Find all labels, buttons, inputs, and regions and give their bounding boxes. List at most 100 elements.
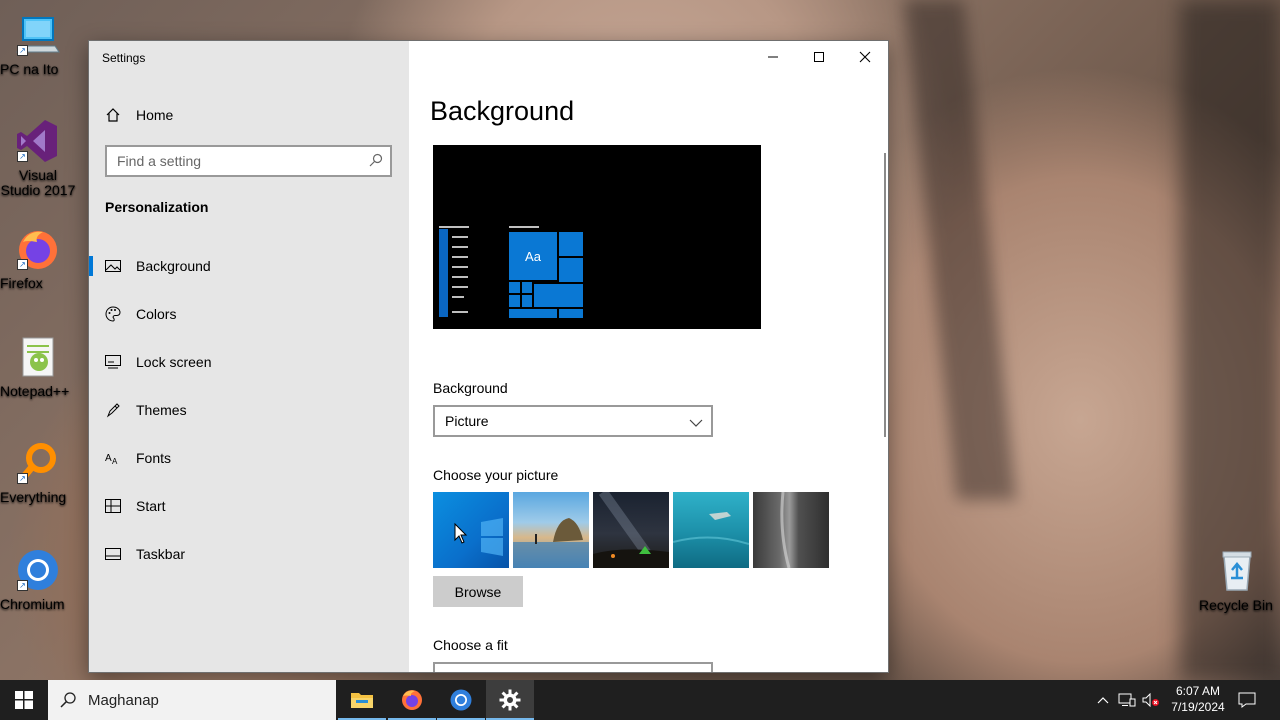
- content-scrollbar[interactable]: [884, 153, 886, 437]
- desktop-icon-firefox[interactable]: ↗ Firefox: [0, 226, 76, 291]
- sidebar-item-themes[interactable]: Themes: [89, 386, 409, 434]
- sidebar-nav: Background Colors Lock screen Themes A A…: [89, 242, 409, 578]
- action-center-button[interactable]: [1236, 680, 1258, 720]
- desktop-icon-this-pc[interactable]: ↗ PC na Ito: [0, 12, 76, 77]
- taskbar: 6:07 AM 7/19/2024: [0, 680, 1280, 720]
- notifications-icon: [1238, 692, 1256, 708]
- choose-fit-label: Choose a fit: [433, 637, 508, 653]
- desktop-icon-label: Recycle Bin: [1199, 597, 1273, 613]
- chevron-down-icon: [689, 415, 703, 431]
- taskbar-search-box: [48, 680, 336, 720]
- settings-sidebar: Settings Home Personalization Background: [89, 41, 409, 672]
- sidebar-item-start[interactable]: Start: [89, 482, 409, 530]
- chromium-icon: [450, 689, 472, 711]
- background-preview: Aa: [433, 145, 761, 329]
- desktop-icon-visual-studio[interactable]: ↗ Visual Studio 2017: [0, 118, 76, 198]
- taskbar-clock[interactable]: 6:07 AM 7/19/2024: [1160, 683, 1236, 715]
- computer-icon: ↗: [15, 12, 61, 58]
- background-dropdown[interactable]: Picture: [433, 405, 713, 437]
- volume-tray-button[interactable]: [1140, 680, 1162, 720]
- desktop-icon-label: Chromium: [0, 596, 65, 612]
- start-icon: [105, 498, 121, 514]
- sidebar-item-taskbar[interactable]: Taskbar: [89, 530, 409, 578]
- settings-gear-icon: [499, 689, 521, 711]
- desktop-icon-label: Notepad++: [0, 383, 70, 399]
- show-hidden-icons-button[interactable]: [1092, 680, 1114, 720]
- sidebar-item-label: Fonts: [136, 450, 172, 466]
- maximize-button[interactable]: [796, 41, 842, 73]
- windows-logo-icon: [15, 691, 33, 709]
- close-button[interactable]: [842, 41, 888, 73]
- taskbar-app-settings[interactable]: [486, 680, 534, 720]
- background-dropdown-value: Picture: [445, 413, 489, 429]
- taskbar-app-firefox[interactable]: [388, 680, 436, 720]
- everything-search-icon: ↗: [15, 440, 61, 486]
- sidebar-item-colors[interactable]: Colors: [89, 290, 409, 338]
- file-explorer-icon: [351, 693, 373, 708]
- lock-screen-icon: [105, 354, 121, 370]
- picture-thumbnails: [433, 492, 829, 568]
- network-tray-button[interactable]: [1116, 680, 1138, 720]
- fonts-icon: AA: [105, 450, 121, 466]
- sidebar-item-label: Colors: [136, 306, 177, 322]
- taskbar-app-chromium[interactable]: [437, 680, 485, 720]
- minimize-button[interactable]: [750, 41, 796, 73]
- palette-icon: [105, 306, 121, 322]
- svg-text:A: A: [112, 457, 118, 465]
- firefox-icon: ↗: [15, 226, 61, 272]
- clock-date: 7/19/2024: [1171, 700, 1225, 714]
- preview-start-list: [439, 226, 469, 317]
- choose-fit-dropdown[interactable]: [433, 662, 713, 672]
- sidebar-item-background[interactable]: Background: [89, 242, 409, 290]
- sidebar-item-label: Taskbar: [136, 546, 186, 562]
- minimize-icon: [768, 56, 778, 58]
- settings-window: Settings Home Personalization Background: [88, 40, 889, 673]
- desktop-icon-recycle-bin[interactable]: Recycle Bin: [1199, 548, 1275, 613]
- start-button[interactable]: [0, 680, 48, 720]
- sidebar-item-label: Lock screen: [136, 354, 212, 370]
- visual-studio-icon: ↗: [15, 118, 61, 164]
- window-title: Settings: [102, 51, 146, 65]
- preview-tiles: [509, 226, 583, 318]
- choose-picture-label: Choose your picture: [433, 467, 559, 483]
- maximize-icon: [814, 52, 824, 62]
- taskbar-icon: [105, 546, 121, 562]
- desktop-icon-chromium[interactable]: ↗ Chromium: [0, 547, 76, 612]
- search-icon[interactable]: [369, 153, 383, 172]
- firefox-icon: [402, 690, 422, 710]
- sidebar-item-lock-screen[interactable]: Lock screen: [89, 338, 409, 386]
- sidebar-item-label: Background: [136, 258, 211, 274]
- find-setting-input[interactable]: [107, 147, 347, 175]
- sidebar-home[interactable]: Home: [105, 103, 173, 127]
- background-label: Background: [433, 380, 508, 396]
- picture-thumb-rock-cliff[interactable]: [753, 492, 829, 568]
- desktop-icon-notepadpp[interactable]: Notepad++: [0, 334, 76, 399]
- notepadpp-icon: [15, 334, 61, 380]
- network-icon: [1118, 693, 1136, 707]
- picture-thumb-underwater[interactable]: [673, 492, 749, 568]
- volume-muted-icon: [1142, 693, 1159, 707]
- sidebar-section-title: Personalization: [105, 199, 209, 215]
- sidebar-item-label: Start: [136, 498, 166, 514]
- sidebar-item-fonts[interactable]: AA Fonts: [89, 434, 409, 482]
- picture-thumb-beach-rock[interactable]: [513, 492, 589, 568]
- settings-content: Background Aa Background Picture Choose …: [409, 41, 888, 672]
- chromium-icon: ↗: [15, 547, 61, 593]
- desktop-icon-everything[interactable]: ↗ Everything: [0, 440, 76, 505]
- search-icon: [48, 692, 88, 708]
- home-icon: [105, 107, 121, 123]
- sidebar-home-label: Home: [136, 107, 174, 123]
- desktop-icon-label: PC na Ito: [0, 61, 59, 77]
- sidebar-item-label: Themes: [136, 402, 187, 418]
- picture-thumb-night-sky[interactable]: [593, 492, 669, 568]
- taskbar-app-file-explorer[interactable]: [338, 680, 386, 720]
- recycle-bin-icon: [1214, 548, 1260, 594]
- browse-button[interactable]: Browse: [433, 576, 523, 607]
- desktop-icon-label: Firefox: [0, 275, 43, 291]
- picture-thumb-windows-blue[interactable]: [433, 492, 509, 568]
- chevron-up-icon: [1097, 697, 1109, 704]
- taskbar-search-input[interactable]: [88, 682, 318, 718]
- picture-icon: [105, 258, 121, 274]
- preview-sample-text: Aa: [525, 249, 541, 264]
- find-setting-box: [105, 145, 392, 177]
